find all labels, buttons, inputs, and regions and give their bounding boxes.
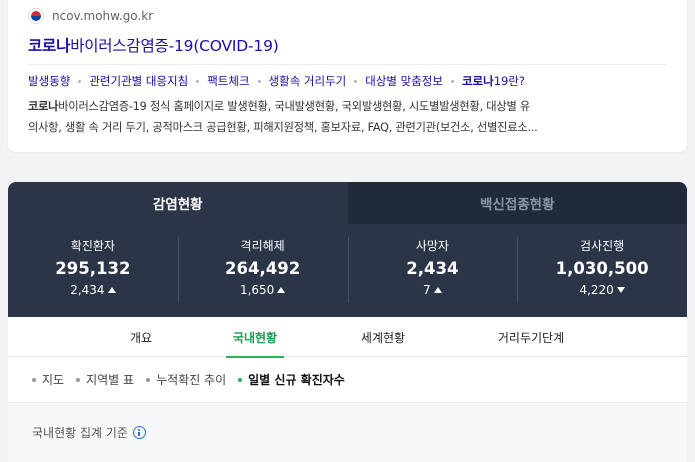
stat-label: 검사진행	[580, 239, 625, 253]
snippet-line1-text: 바이러스감염증-19 정식 홈페이지로 발생현황, 국내발생현황, 국외발생현황…	[58, 100, 531, 113]
stat-delta: 1,650	[178, 283, 348, 297]
snippet-line-2: 의사항, 생활 속 거리 두기, 공적마스크 공급현황, 피해지원정책, 홍보자…	[28, 121, 538, 134]
stat-value: 264,492	[225, 259, 301, 278]
result-divider	[28, 64, 667, 65]
snippet-line-1: 코로나바이러스감염증-19 정식 홈페이지로 발생현황, 국내발생현황, 국외발…	[28, 96, 660, 117]
snippet-bold: 코로나	[28, 100, 59, 113]
sublink-agency-guidelines[interactable]: 관련기관별 대응지침	[89, 73, 188, 89]
sublink-bold: 코로나	[461, 74, 494, 88]
source-url[interactable]: ncov.mohw.go.kr	[52, 9, 153, 23]
stat-delta: 4,220	[517, 283, 687, 297]
bullet-icon	[32, 377, 36, 382]
stat-deaths: 사망자 2,434 7	[347, 224, 518, 317]
tab-distancing-level[interactable]: 거리두기단계	[476, 317, 586, 357]
bullet-icon	[76, 377, 81, 382]
stat-label: 격리해제	[240, 239, 285, 253]
sublink-what-is-covid19[interactable]: 코로나19란?	[462, 73, 525, 89]
tab-domestic[interactable]: 국내현황	[226, 317, 284, 358]
korea-taegeuk-icon	[28, 8, 44, 24]
arrow-up-icon	[433, 287, 442, 293]
criteria-section: 국내현황 집계 기준	[8, 403, 687, 462]
stat-label: 확진환자	[70, 239, 115, 253]
result-snippet: 코로나바이러스감염증-19 정식 홈페이지로 발생현황, 국내발생현황, 국외발…	[28, 96, 660, 138]
dot-separator	[450, 79, 454, 83]
info-icon[interactable]	[132, 426, 146, 439]
stat-value: 2,434	[406, 259, 459, 278]
stat-label: 사망자	[415, 239, 449, 253]
search-result-card: ncov.mohw.go.kr 코로나바이러스감염증-19(COVID-19) …	[8, 0, 687, 152]
dot-separator	[354, 79, 358, 83]
bullet-icon	[146, 377, 151, 382]
sublink-social-distancing[interactable]: 생활속 거리두기	[269, 73, 347, 89]
result-title-link[interactable]: 코로나바이러스감염증-19(COVID-19)	[28, 34, 279, 56]
stat-delta: 2,434	[8, 283, 178, 297]
stat-testing: 검사진행 1,030,500 4,220	[517, 224, 687, 317]
arrow-down-icon	[616, 287, 625, 293]
dot-separator	[78, 79, 82, 83]
tab-worldwide[interactable]: 세계현황	[348, 317, 418, 357]
filter-daily-new-cases[interactable]: 일별 신규 확진자수	[238, 371, 345, 388]
stat-confirmed: 확진환자 295,132 2,434	[8, 224, 178, 317]
criteria-label: 국내현황 집계 기준	[32, 426, 128, 440]
tab-vaccination-status[interactable]: 백신접종현황	[347, 182, 687, 224]
filter-cumulative-trend[interactable]: 누적확진 추이	[146, 371, 226, 388]
filter-regional-table[interactable]: 지역별 표	[76, 371, 134, 388]
filter-label: 일별 신규 확진자수	[248, 373, 345, 387]
stat-released: 격리해제 264,492 1,650	[177, 224, 348, 317]
filter-map[interactable]: 지도	[32, 371, 64, 388]
stat-delta-value: 7	[423, 283, 431, 297]
filter-label: 지역별 표	[86, 373, 135, 387]
arrow-up-icon	[277, 287, 286, 293]
stat-delta-value: 1,650	[239, 283, 275, 297]
sublinks: 발생동향 관련기관별 대응지침 팩트체크 생활속 거리두기 대상별 맞춤정보 코…	[28, 73, 525, 89]
covid-stats-card: 감염현황 백신접종현황 확진환자 295,132 2,434 격리해제 264,…	[8, 182, 687, 462]
filter-label: 지도	[42, 373, 65, 387]
stat-delta-value: 4,220	[579, 283, 614, 297]
sublink-targeted-info[interactable]: 대상별 맞춤정보	[365, 73, 443, 89]
arrow-up-icon	[107, 287, 116, 293]
source-row[interactable]: ncov.mohw.go.kr	[28, 8, 153, 24]
result-title-bold: 코로나	[28, 37, 71, 55]
filter-label: 누적확진 추이	[156, 373, 227, 387]
sub-tabs: 개요 국내현황 세계현황 거리두기단계	[8, 317, 687, 358]
filter-bar: 지도 지역별 표 누적확진 추이 일별 신규 확진자수	[8, 357, 687, 403]
stats-panel: 확진환자 295,132 2,434 격리해제 264,492 1,650 사망…	[8, 224, 687, 317]
sublink-fact-check[interactable]: 팩트체크	[207, 73, 249, 89]
dot-separator	[196, 79, 200, 83]
stat-delta: 7	[348, 283, 518, 297]
sublink-rest: 19란?	[493, 74, 526, 88]
sublink-outbreak-trend[interactable]: 발생동향	[28, 73, 70, 89]
main-tabs: 감염현황 백신접종현황	[8, 182, 687, 224]
criteria-row: 국내현황 집계 기준	[32, 424, 146, 441]
stat-value: 1,030,500	[555, 259, 649, 278]
result-title-rest: 바이러스감염증-19(COVID-19)	[70, 37, 279, 55]
tab-overview[interactable]: 개요	[106, 317, 176, 357]
dot-separator	[257, 79, 261, 83]
stat-delta-value: 2,434	[70, 283, 105, 297]
bullet-icon	[238, 377, 243, 382]
stat-value: 295,132	[55, 259, 131, 278]
tab-infection-status[interactable]: 감염현황	[8, 182, 348, 224]
